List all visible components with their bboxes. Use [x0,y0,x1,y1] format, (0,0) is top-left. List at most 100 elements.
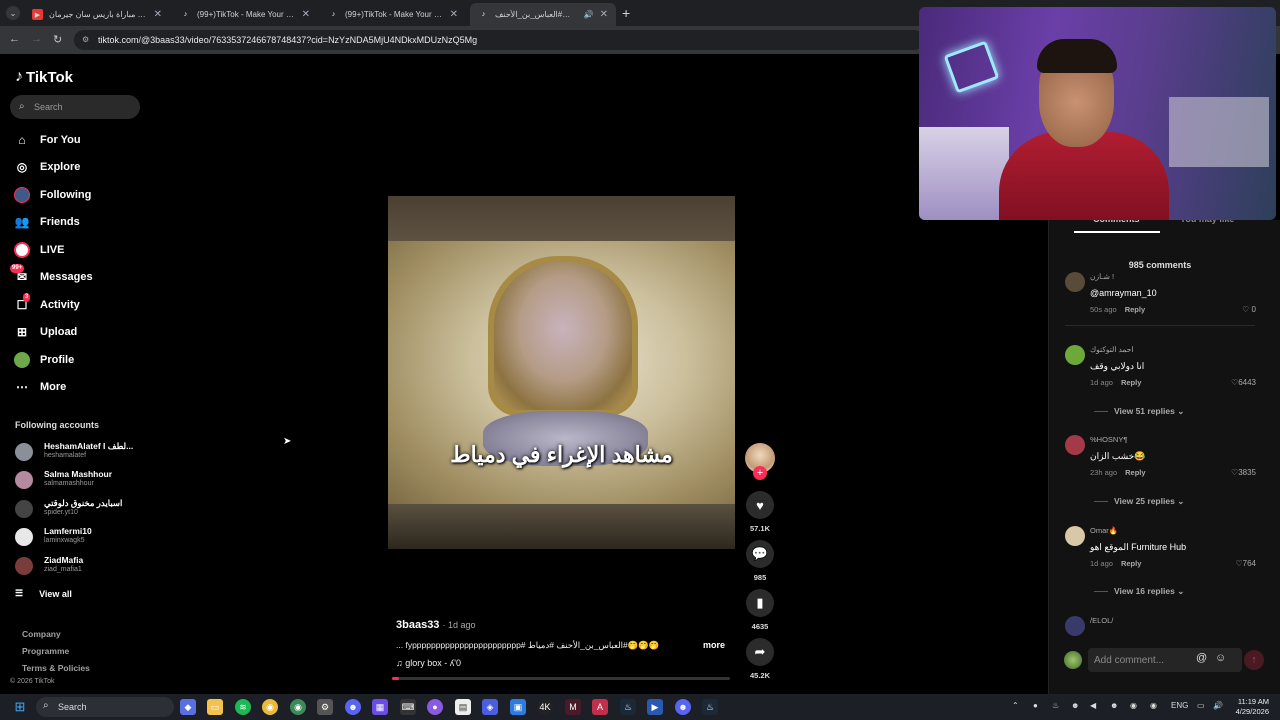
4k-icon[interactable]: 4K [537,699,553,715]
footer-company-link[interactable]: Company [22,629,61,639]
view-replies-button[interactable]: View 51 replies ⌄ [1094,406,1184,417]
follow-plus-button[interactable]: + [753,466,767,480]
close-tab-icon[interactable]: ✕ [302,9,310,20]
steam-icon[interactable]: ♨ [702,699,718,715]
tray-chrome-icon[interactable]: ◉ [1150,701,1157,710]
following-account[interactable]: Salma Mashhour salmamashhour [15,468,145,492]
taskbar-clock[interactable]: 11:19 AM 4/29/2026 [1225,697,1269,717]
nav-explore[interactable]: ◎ Explore [14,157,81,177]
windows-start-icon[interactable]: ⊞ [12,699,28,715]
tray-discord-icon[interactable]: ☻ [1071,701,1079,710]
reply-button[interactable]: Reply [1125,305,1145,314]
volume-icon[interactable]: 🔊 [1213,701,1223,710]
search-input[interactable]: ⌕ Search [10,95,140,119]
tab-search-icon[interactable]: ⌄ [6,6,20,20]
steam-icon[interactable]: ♨ [620,699,636,715]
discord-icon[interactable]: ☻ [345,699,361,715]
app-grid-icon[interactable]: ▦ [372,699,388,715]
view-replies-button[interactable]: View 25 replies ⌄ [1094,496,1184,507]
video-progress-bar[interactable] [392,677,730,680]
comment-username[interactable]: /ELOL/ [1090,616,1113,625]
tray-steam-icon[interactable]: ♨ [1052,701,1059,710]
browser-tab[interactable]: ▶ ملخص مباراة باريس سان جيرمان ✕ [24,3,170,26]
tiktok-logo[interactable]: ♪ TikTok [15,68,73,86]
like-button[interactable]: ♥ 57.1K [745,491,775,533]
avatar[interactable] [1065,616,1085,636]
site-info-icon[interactable]: ⚙ [82,35,92,45]
avatar[interactable] [1065,272,1085,292]
following-account[interactable]: HeshamAlatef I لطف... heshamalatef [15,440,145,464]
footer-terms-link[interactable]: Terms & Policies [22,663,90,673]
nav-messages[interactable]: ✉ 99+ Messages [10,264,93,287]
speaker-icon[interactable]: 🔊 [584,10,594,19]
share-button[interactable]: ➦ 45.2K [745,638,775,680]
spotify-icon[interactable]: ≋ [235,699,251,715]
avatar[interactable] [1065,435,1085,455]
controller-icon[interactable]: ◈ [482,699,498,715]
discord-icon[interactable]: ☻ [675,699,691,715]
taskbar-search[interactable]: ⌕ Search [36,697,174,717]
language-indicator[interactable]: ENG [1171,701,1188,710]
nav-friends[interactable]: 👥 Friends [14,212,80,232]
network-icon[interactable]: ▭ [1197,701,1205,710]
nav-following[interactable]: Following [14,185,91,205]
view-replies-button[interactable]: View 16 replies ⌄ [1094,586,1184,597]
settings-icon[interactable]: ⚙ [317,699,333,715]
new-tab-button[interactable]: + [622,5,630,21]
comment-button[interactable]: 💬 985 [745,540,775,582]
comment-username[interactable]: شـازن ! [1090,272,1114,281]
nav-for-you[interactable]: ⌂ For You [14,130,80,150]
comment-username[interactable]: %HOSNY¶ [1090,435,1127,444]
tray-arrow-icon[interactable]: ◀ [1090,701,1096,710]
tray-nvidia-icon[interactable]: ◉ [1130,701,1137,710]
nav-live[interactable]: LIVE [14,240,64,260]
nav-more[interactable]: ⋯ More [14,377,66,397]
reply-button[interactable]: Reply [1121,378,1141,387]
save-button[interactable]: ▮ 4635 [745,589,775,631]
close-tab-icon[interactable]: ✕ [450,9,458,20]
author-name[interactable]: 3baas33 [396,619,439,631]
copilot-icon[interactable]: ◆ [180,699,196,715]
comment-like[interactable]: ♡ 0 [1225,305,1256,314]
app-icon[interactable]: ● [427,699,443,715]
comment-username[interactable]: احمد التوكتوك [1090,345,1133,354]
chrome-active-icon[interactable]: ◉ [290,699,306,715]
forward-icon[interactable]: → [31,33,42,45]
adobe-icon[interactable]: A [592,699,608,715]
post-comment-button[interactable]: ↑ [1244,650,1264,670]
tray-overflow-icon[interactable]: ⌃ [1012,701,1019,710]
nav-profile[interactable]: Profile [14,350,74,370]
browser-tab-active[interactable]: ♪ العباس_بن_الأحنف#🤭🤭🤭 🔊 ✕ [470,3,616,26]
following-account[interactable]: اسبايدر مخنوق دلوقتي spider.yt10 [15,497,145,521]
nav-activity[interactable]: ☐ 3 Activity [14,293,80,315]
emoji-icon[interactable]: ☺ [1215,652,1226,664]
reply-button[interactable]: Reply [1125,468,1145,477]
tray-app-icon[interactable]: ● [1033,701,1038,710]
comment-username[interactable]: Omar🔥 [1090,526,1118,535]
chrome-icon[interactable]: ◉ [262,699,278,715]
file-explorer-icon[interactable]: ▭ [207,699,223,715]
view-all-link[interactable]: ☰ View all [15,588,72,599]
tray-discord-icon[interactable]: ☻ [1110,701,1118,710]
close-tab-icon[interactable]: ✕ [154,9,162,20]
back-icon[interactable]: ← [9,33,20,45]
browser-tab[interactable]: ♪ (99+)TikTok - Make Your Day ✕ [320,3,466,26]
more-button[interactable]: more [703,640,725,650]
comment-like[interactable]: ♡764 [1225,559,1256,568]
following-account[interactable]: Lamfermi10 laminxwagk5 [15,525,145,549]
video-editor-icon[interactable]: M [565,699,581,715]
comment-like[interactable]: ♡6443 [1225,378,1256,387]
keyboard-icon[interactable]: ⌨ [400,699,416,715]
store-icon[interactable]: ▣ [510,699,526,715]
close-tab-icon[interactable]: ✕ [600,9,608,20]
comment-like[interactable]: ♡3835 [1225,468,1256,477]
footer-programme-link[interactable]: Programme [22,646,69,656]
video-player[interactable]: مشاهد الإغراء في دمياط [388,196,735,549]
browser-tab[interactable]: ♪ (99+)TikTok - Make Your Day ✕ [172,3,318,26]
avatar[interactable] [1065,526,1085,546]
reply-button[interactable]: Reply [1121,559,1141,568]
avatar[interactable] [1065,345,1085,365]
reload-icon[interactable]: ↻ [53,33,62,46]
following-account[interactable]: ZiadMafia ziad_mafia1 [15,554,145,578]
mention-icon[interactable]: @ [1196,652,1207,664]
